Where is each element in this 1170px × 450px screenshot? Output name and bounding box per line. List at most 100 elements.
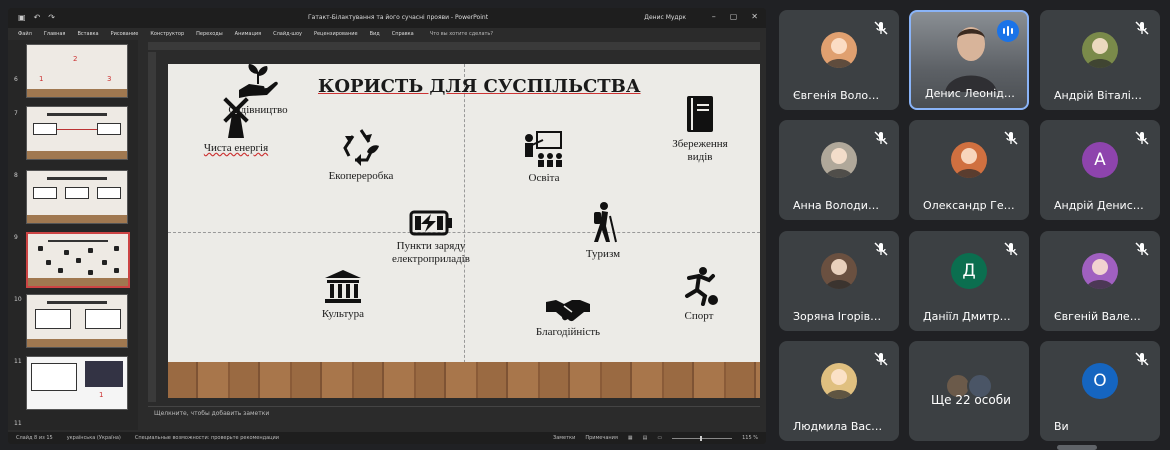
participant-name: Денис Леонід… <box>925 87 1015 100</box>
mic-off-icon <box>873 20 889 36</box>
participant-tile[interactable]: Ще 22 особи <box>909 341 1029 441</box>
tab-review[interactable]: Рецензирование <box>314 28 358 40</box>
tab-home[interactable]: Главная <box>44 28 66 40</box>
participant-tile[interactable]: Анна Володи… <box>779 120 899 220</box>
notes-placeholder: Щелкните, чтобы добавить заметки <box>154 410 270 417</box>
tab-animations[interactable]: Анимация <box>235 28 261 40</box>
slide-thumbnail-selected[interactable] <box>26 232 130 288</box>
item-label: Туризм <box>585 248 621 260</box>
mic-off-icon <box>1003 241 1019 257</box>
item-species-conservation[interactable]: Збереження видів <box>662 94 738 164</box>
mic-off-icon <box>1003 130 1019 146</box>
item-education[interactable]: Освіта <box>514 130 574 185</box>
shared-screen-powerpoint: ▣ ↶ ↷ Гатакт-Білактування та його сучасн… <box>8 8 766 444</box>
zoom-level[interactable]: 115 % <box>742 435 758 441</box>
item-sport[interactable]: Спорт <box>674 266 724 323</box>
participant-tile[interactable]: Денис Леонід… <box>909 10 1029 110</box>
mic-off-icon <box>873 241 889 257</box>
avatar <box>951 142 987 178</box>
teacher-icon <box>525 131 562 167</box>
notes-button[interactable]: Заметки <box>553 435 575 441</box>
avatar <box>1082 32 1118 68</box>
avatar <box>821 32 857 68</box>
tab-insert[interactable]: Вставка <box>77 28 98 40</box>
tab-design[interactable]: Конструктор <box>150 28 184 40</box>
participant-name: Ви <box>1054 420 1069 433</box>
accessibility-status[interactable]: Специальные возможности: проверьте реком… <box>135 435 279 441</box>
slide-title[interactable]: КОРИСТЬ ДЛЯ СУСПІЛЬСТВА <box>318 76 641 97</box>
mic-off-icon <box>873 351 889 367</box>
slide-thumbnail[interactable] <box>26 106 128 160</box>
avatar: Д <box>951 253 987 289</box>
redo-icon[interactable]: ↷ <box>48 13 55 22</box>
language-indicator[interactable]: українська (Україна) <box>67 435 121 441</box>
minimize-icon[interactable]: – <box>712 12 716 21</box>
notes-pane[interactable]: Щелкните, чтобы добавить заметки <box>148 406 760 421</box>
thumb-number: 11 <box>14 358 22 365</box>
participant-tile[interactable]: О Ви <box>1040 341 1160 441</box>
participant-tile[interactable]: А Андрій Денис… <box>1040 120 1160 220</box>
participant-name: Андрій Віталі… <box>1054 89 1142 102</box>
item-recycling[interactable]: Екопереробка <box>324 126 398 183</box>
participant-name: Олександр Ге… <box>923 199 1015 212</box>
item-gardening[interactable]: Садівництво <box>220 64 296 117</box>
normal-view-icon[interactable]: ▦ <box>628 435 633 441</box>
reading-view-icon[interactable]: ▭ <box>657 435 662 441</box>
participant-tile[interactable]: Євгеній Вале… <box>1040 231 1160 331</box>
speaking-indicator-icon <box>997 20 1019 42</box>
ribbon-search[interactable]: Что вы хотите сделать? <box>430 28 493 40</box>
participant-tile[interactable]: Олександр Ге… <box>909 120 1029 220</box>
save-icon[interactable]: ▣ <box>18 13 26 22</box>
slide-counter: Слайд 8 из 15 <box>16 435 53 441</box>
maximize-icon[interactable]: ▢ <box>730 12 738 21</box>
sorter-view-icon[interactable]: ▤ <box>643 435 648 441</box>
tab-draw[interactable]: Рисование <box>111 28 139 40</box>
participant-name: Даніїл Дмитр… <box>923 310 1011 323</box>
item-charging-points[interactable]: Пункти заряду електроприладів <box>376 210 486 266</box>
participant-name: Євгеній Вале… <box>1054 310 1141 323</box>
item-culture[interactable]: Культура <box>308 270 378 321</box>
museum-icon <box>325 270 361 303</box>
mic-off-icon <box>1134 130 1150 146</box>
slide-thumbnails-pane[interactable]: 6 123 7 8 9 10 11 1 11 <box>8 40 138 430</box>
recycle-icon <box>343 129 379 166</box>
participant-tile[interactable]: Людмила Вас… <box>779 341 899 441</box>
slide-thumbnail[interactable]: 123 <box>26 44 128 98</box>
avatar <box>821 253 857 289</box>
tab-transitions[interactable]: Переходы <box>196 28 223 40</box>
tab-file[interactable]: Файл <box>18 28 32 40</box>
slide-canvas[interactable]: КОРИСТЬ ДЛЯ СУСПІЛЬСТВА Чиста енергія Ек… <box>168 64 760 398</box>
participant-tile[interactable]: Д Даніїл Дмитр… <box>909 231 1029 331</box>
participant-name: Зоряна Ігорів… <box>793 310 882 323</box>
undo-icon[interactable]: ↶ <box>34 13 41 22</box>
comments-button[interactable]: Примечания <box>585 435 618 441</box>
participant-tile[interactable]: Зоряна Ігорів… <box>779 231 899 331</box>
scroll-indicator[interactable] <box>1057 445 1097 450</box>
item-label: Благодійність <box>535 326 601 338</box>
thumb-number: 7 <box>14 110 18 117</box>
item-label: Чиста енергія <box>203 142 269 154</box>
avatar: О <box>1082 363 1118 399</box>
close-icon[interactable]: ✕ <box>751 12 758 21</box>
window-controls: – ▢ ✕ <box>712 12 758 21</box>
tab-view[interactable]: Вид <box>370 28 380 40</box>
zoom-slider[interactable] <box>672 435 733 441</box>
participant-tile[interactable]: Євгенія Воло… <box>779 10 899 110</box>
ribbon-tabs: Файл Главная Вставка Рисование Конструкт… <box>8 28 766 40</box>
status-bar: Слайд 8 из 15 українська (Україна) Специ… <box>8 432 766 444</box>
mic-off-icon <box>873 130 889 146</box>
item-label: Освіта <box>528 172 560 184</box>
slide-thumbnail[interactable] <box>26 294 128 348</box>
plant-hand-icon <box>239 64 278 98</box>
tab-help[interactable]: Справка <box>392 28 414 40</box>
avatar <box>821 142 857 178</box>
participant-name: Анна Володи… <box>793 199 879 212</box>
slide-thumbnail[interactable]: 1 <box>26 356 128 410</box>
item-tourism[interactable]: Туризм <box>576 202 630 261</box>
participant-tile[interactable]: Андрій Віталі… <box>1040 10 1160 110</box>
slide-thumbnail[interactable] <box>26 170 128 224</box>
item-label: Спорт <box>684 310 714 322</box>
tab-slideshow[interactable]: Слайд-шоу <box>273 28 302 40</box>
item-charity[interactable]: Благодійність <box>528 296 608 339</box>
avatar <box>1082 253 1118 289</box>
